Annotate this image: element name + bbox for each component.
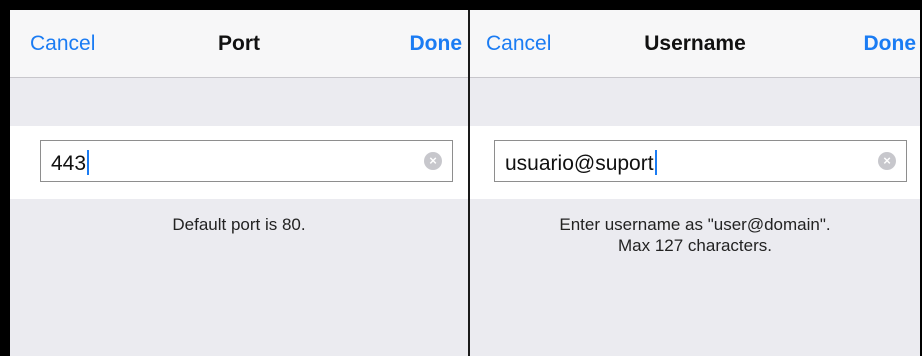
port-navbar: Cancel Port Done — [10, 10, 468, 78]
username-input[interactable]: usuario@suport × — [494, 140, 907, 182]
port-field-section: 443 × — [10, 126, 468, 199]
username-hint-line-2: Max 127 characters. — [617, 236, 772, 255]
clear-icon[interactable]: × — [424, 152, 442, 170]
text-caret — [654, 150, 657, 175]
username-title: Username — [644, 32, 746, 55]
username-screen: Cancel Username Done usuario@suport × En… — [470, 10, 920, 356]
username-field-section: usuario@suport × — [470, 126, 920, 199]
port-input[interactable]: 443 × — [40, 140, 453, 182]
port-hint: Default port is 80. — [10, 214, 468, 235]
port-title: Port — [218, 32, 260, 55]
port-input-value: 443 — [51, 150, 90, 176]
username-hint-line-1: Enter username as "user@domain". — [559, 215, 831, 234]
username-input-value: usuario@suport — [505, 150, 657, 176]
port-done-button[interactable]: Done — [410, 32, 463, 56]
username-done-button[interactable]: Done — [864, 32, 917, 56]
port-hint-line-1: Default port is 80. — [172, 215, 306, 234]
username-hint: Enter username as "user@domain". Max 127… — [470, 214, 920, 256]
username-navbar: Cancel Username Done — [470, 10, 920, 78]
port-screen: Cancel Port Done 443 × Default port is 8… — [10, 10, 468, 356]
clear-icon[interactable]: × — [878, 152, 896, 170]
text-caret — [87, 150, 90, 175]
